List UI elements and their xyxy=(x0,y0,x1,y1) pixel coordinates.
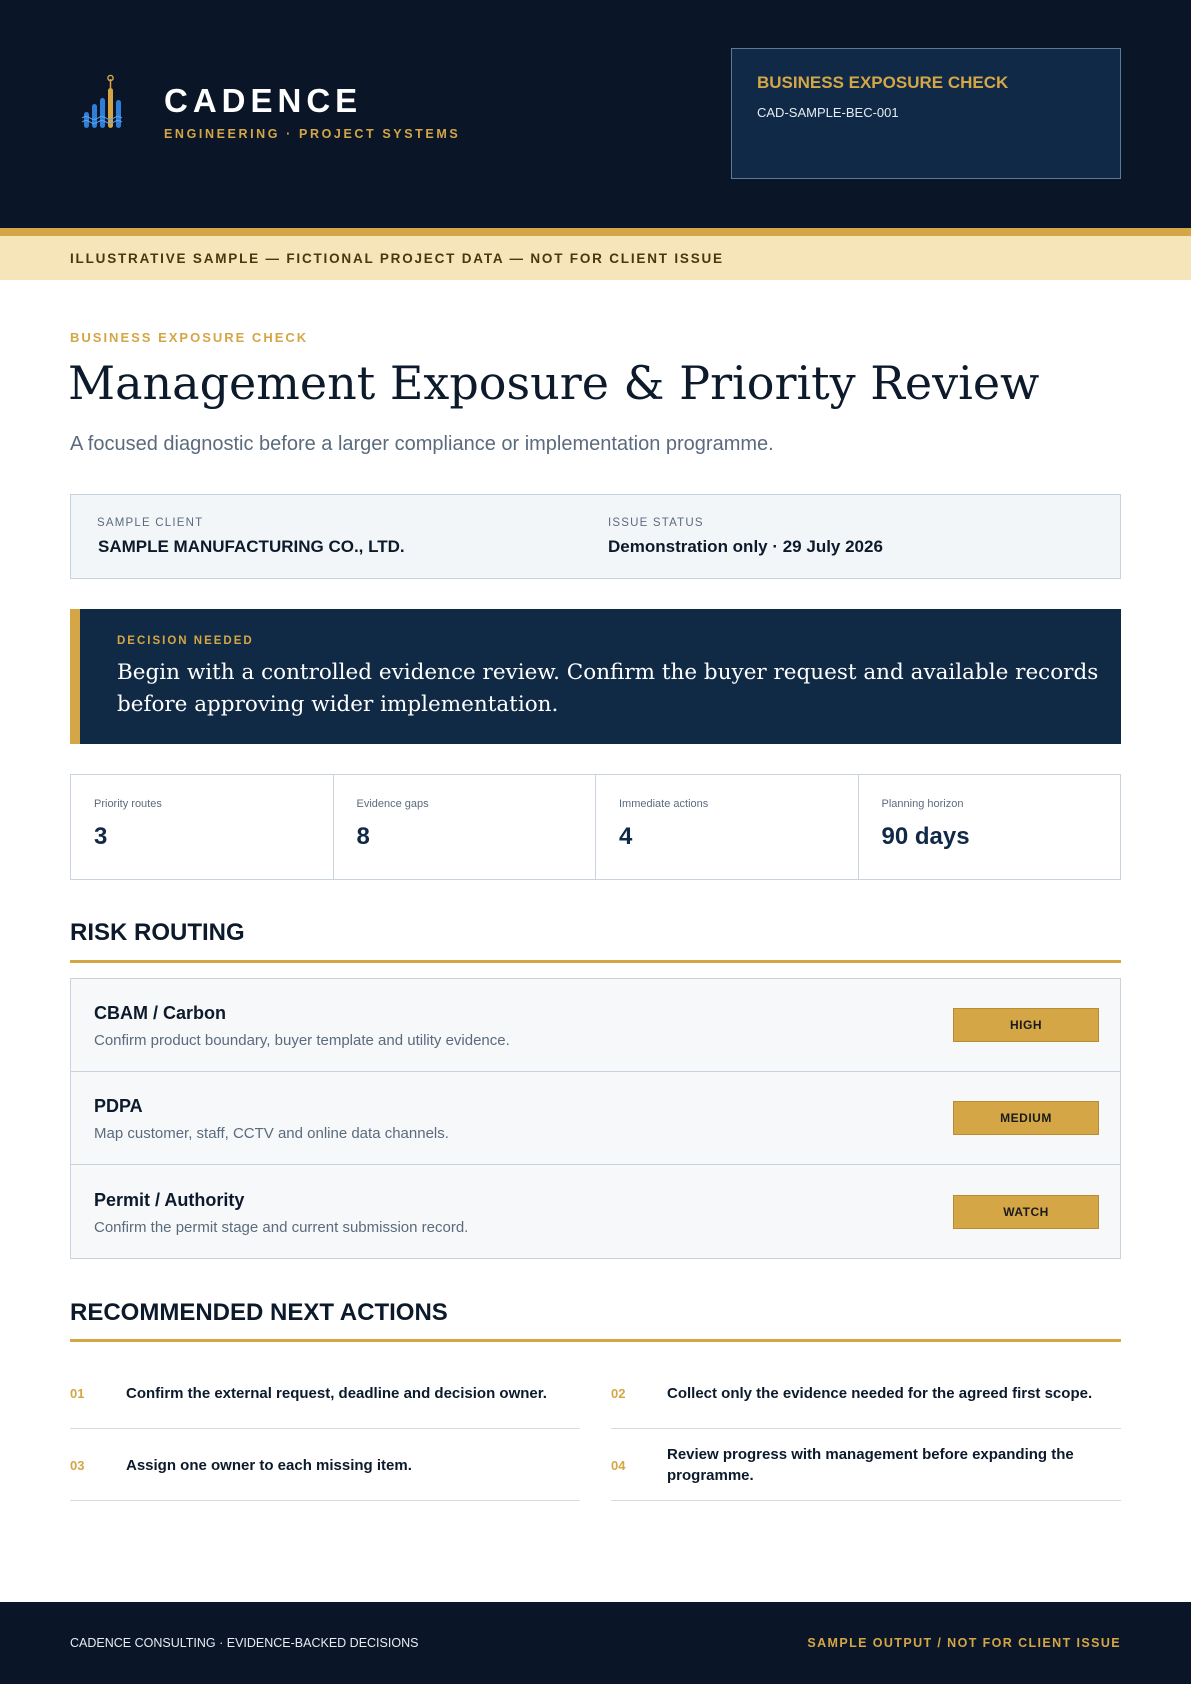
risk-row-pdpa: PDPA Map customer, staff, CCTV and onlin… xyxy=(71,1072,1120,1165)
footer-notice: SAMPLE OUTPUT / NOT FOR CLIENT ISSUE xyxy=(807,1636,1121,1650)
footer-company: CADENCE CONSULTING · EVIDENCE-BACKED DEC… xyxy=(70,1636,419,1650)
sample-banner: ILLUSTRATIVE SAMPLE — FICTIONAL PROJECT … xyxy=(0,236,1191,280)
action-item: 04 Review progress with management befor… xyxy=(611,1429,1121,1501)
client-info-box: SAMPLE CLIENT SAMPLE MANUFACTURING CO., … xyxy=(70,494,1121,579)
metric-label: Immediate actions xyxy=(619,798,709,810)
metric-value: 3 xyxy=(94,823,108,850)
risk-name: Permit / Authority xyxy=(94,1190,245,1210)
page-lede: A focused diagnostic before a larger com… xyxy=(70,433,774,455)
metric-value: 4 xyxy=(619,823,633,850)
metric-label: Priority routes xyxy=(94,798,162,810)
metric-value: 90 days xyxy=(881,823,970,850)
document-reference: CAD-SAMPLE-BEC-001 xyxy=(757,105,899,120)
risk-level-badge: WATCH xyxy=(953,1195,1099,1229)
risk-name: CBAM / Carbon xyxy=(94,1003,226,1023)
metric-planning-horizon: Planning horizon 90 days xyxy=(859,775,1121,879)
page-title: Management Exposure & Priority Review xyxy=(68,356,1040,410)
action-text: Assign one owner to each missing item. xyxy=(126,1456,412,1474)
next-actions-heading: RECOMMENDED NEXT ACTIONS xyxy=(70,1299,448,1326)
risk-description: Map customer, staff, CCTV and online dat… xyxy=(94,1125,449,1142)
metric-priority-routes: Priority routes 3 xyxy=(71,775,334,879)
action-number: 01 xyxy=(70,1385,85,1401)
risk-description: Confirm the permit stage and current sub… xyxy=(94,1219,469,1236)
risk-level-badge: HIGH xyxy=(953,1008,1099,1042)
document-type: BUSINESS EXPOSURE CHECK xyxy=(757,73,1009,92)
risk-routing-heading: RISK ROUTING xyxy=(70,919,245,946)
brand-name: CADENCE xyxy=(164,82,363,119)
risk-description: Confirm product boundary, buyer template… xyxy=(94,1032,510,1049)
section-eyebrow: BUSINESS EXPOSURE CHECK xyxy=(70,330,309,345)
metric-evidence-gaps: Evidence gaps 8 xyxy=(334,775,596,879)
decision-text: Begin with a controlled evidence review.… xyxy=(117,660,1099,717)
next-actions-rule xyxy=(70,1339,1121,1342)
risk-name: PDPA xyxy=(94,1096,143,1116)
metric-immediate-actions: Immediate actions 4 xyxy=(596,775,859,879)
client-label: SAMPLE CLIENT xyxy=(97,517,204,529)
metric-value: 8 xyxy=(356,823,370,850)
action-item: 02 Collect only the evidence needed for … xyxy=(611,1357,1121,1429)
action-text: Review progress with management before e… xyxy=(667,1446,1074,1484)
page-header: CADENCE ENGINEERING · PROJECT SYSTEMS BU… xyxy=(0,0,1191,228)
action-item: 03 Assign one owner to each missing item… xyxy=(70,1429,580,1501)
status-label: ISSUE STATUS xyxy=(608,517,704,529)
action-item: 01 Confirm the external request, deadlin… xyxy=(70,1357,580,1429)
risk-row-permit: Permit / Authority Confirm the permit st… xyxy=(71,1166,1120,1259)
decision-label: DECISION NEEDED xyxy=(117,635,254,647)
risk-row-cbam: CBAM / Carbon Confirm product boundary, … xyxy=(71,979,1120,1072)
page-footer: CADENCE CONSULTING · EVIDENCE-BACKED DEC… xyxy=(0,1602,1191,1684)
client-value: SAMPLE MANUFACTURING CO., LTD. xyxy=(98,537,405,556)
action-number: 03 xyxy=(70,1457,85,1473)
action-number: 02 xyxy=(611,1385,626,1401)
header-divider xyxy=(0,228,1191,236)
decision-callout: DECISION NEEDED Begin with a controlled … xyxy=(70,609,1121,744)
brand-subtitle: ENGINEERING · PROJECT SYSTEMS xyxy=(164,127,461,141)
bar-chart-antenna-icon xyxy=(81,74,123,128)
action-number: 04 xyxy=(611,1457,626,1473)
document-id-box: BUSINESS EXPOSURE CHECK CAD-SAMPLE-BEC-0… xyxy=(731,48,1121,179)
metric-label: Planning horizon xyxy=(881,798,964,810)
risk-routing-rule xyxy=(70,960,1121,963)
metric-label: Evidence gaps xyxy=(356,798,429,810)
risk-level-badge: MEDIUM xyxy=(953,1101,1099,1135)
metrics-row: Priority routes 3 Evidence gaps 8 Immedi… xyxy=(70,774,1121,880)
status-value: Demonstration only · 29 July 2026 xyxy=(608,537,883,556)
risk-routing-list: CBAM / Carbon Confirm product boundary, … xyxy=(70,978,1121,1259)
sample-banner-text: ILLUSTRATIVE SAMPLE — FICTIONAL PROJECT … xyxy=(70,251,724,266)
action-text: Collect only the evidence needed for the… xyxy=(667,1384,1093,1402)
action-text: Confirm the external request, deadline a… xyxy=(126,1384,547,1402)
